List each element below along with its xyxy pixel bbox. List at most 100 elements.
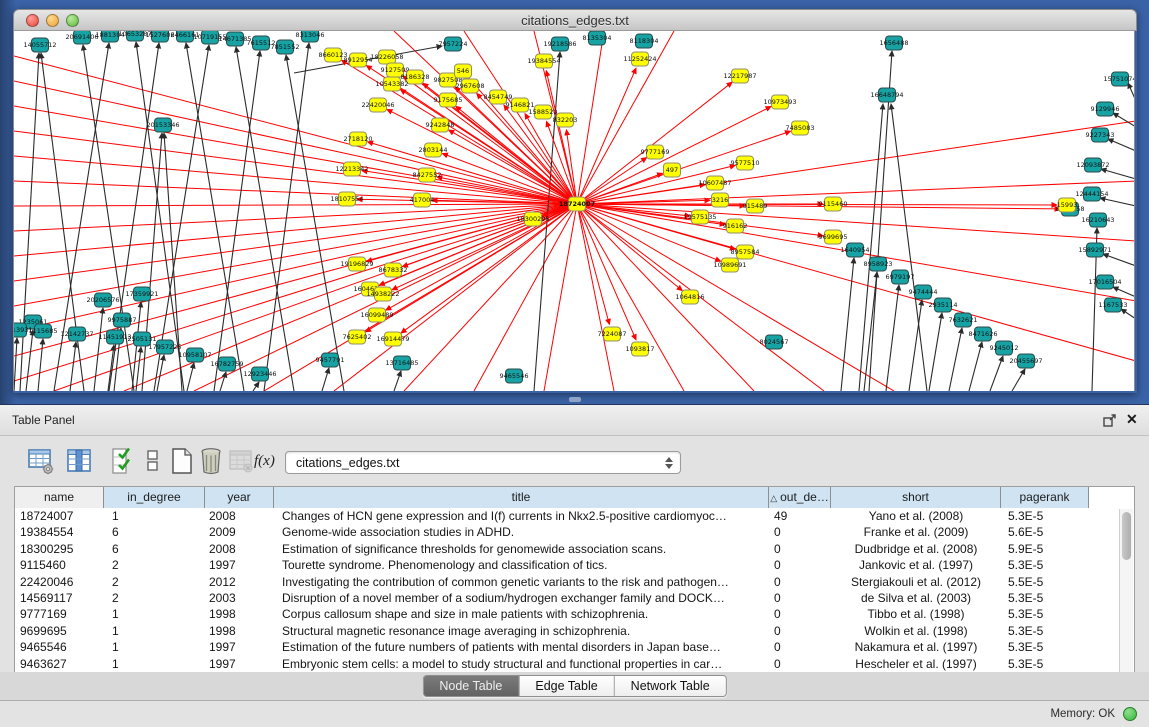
window-titlebar[interactable]: citations_edges.txt xyxy=(13,9,1137,31)
graph-node-label: 11252424 xyxy=(623,55,656,63)
table-scrollbar[interactable] xyxy=(1119,509,1133,673)
cell-short: Jankovic et al. (1997) xyxy=(831,557,1001,573)
graph-node-label: 7485083 xyxy=(786,124,815,132)
zoom-window-button[interactable] xyxy=(66,14,79,27)
table-tabs-bar: Node TableEdge TableNetwork Table xyxy=(0,672,1149,700)
graph-node-label: 18226058 xyxy=(370,53,403,61)
table-row[interactable]: 969969511998Structural magnetic resonanc… xyxy=(15,623,1134,639)
graph-node-label: 8118304 xyxy=(630,37,659,45)
graph-node-label: 1064816 xyxy=(676,293,705,301)
graph-node-label: 1115685 xyxy=(29,327,58,335)
graph-node-label: 15993 xyxy=(1057,201,1078,209)
cell-year: 1997 xyxy=(205,639,274,655)
cell-short: Hescheler et al. (1997) xyxy=(831,656,1001,672)
graph-node-label: 497 xyxy=(666,166,678,174)
table-row[interactable]: 946362711997Embryonic stem cells: a mode… xyxy=(15,656,1134,672)
delete-table-icon[interactable] xyxy=(227,446,255,476)
cell-pagerank: 5.3E-5 xyxy=(1001,557,1089,573)
delete-column-icon[interactable] xyxy=(197,446,225,476)
graph-node-label: 18107554 xyxy=(330,195,363,203)
new-column-icon[interactable] xyxy=(168,446,196,476)
cell-pagerank: 5.9E-5 xyxy=(1001,541,1089,557)
column-header-year[interactable]: year xyxy=(205,487,274,508)
graph-node-label: 16782759 xyxy=(210,360,243,368)
graph-node-label: 9245012 xyxy=(990,344,1019,352)
table-row[interactable]: 946554611997Estimation of the future num… xyxy=(15,639,1134,655)
cell-name: 18300295 xyxy=(15,541,104,557)
graph-node-label: 9175685 xyxy=(434,96,463,104)
graph-node-label: 12444154 xyxy=(1075,190,1108,198)
table-row[interactable]: 1938455462009Genome-wide association stu… xyxy=(15,524,1134,540)
tab-edge-table[interactable]: Edge Table xyxy=(519,676,614,696)
table-row[interactable]: 1830029562008Estimation of significance … xyxy=(15,541,1134,557)
column-header-out_de[interactable]: △out_de… xyxy=(769,487,831,508)
cell-pagerank: 5.3E-5 xyxy=(1001,508,1089,524)
minimize-window-button[interactable] xyxy=(46,14,59,27)
table-row[interactable]: 2242004622012Investigating the contribut… xyxy=(15,574,1134,590)
function-builder-icon[interactable]: f(x) xyxy=(254,446,282,476)
cell-in_degree: 1 xyxy=(104,508,205,524)
table-row[interactable]: 911546021997Tourette syndrome. Phenomeno… xyxy=(15,557,1134,573)
graph-node-label: 12217987 xyxy=(723,72,756,80)
tab-node-table[interactable]: Node Table xyxy=(423,676,519,696)
table-body: 1872400712008Changes of HCN gene express… xyxy=(15,508,1134,672)
show-columns-icon[interactable] xyxy=(65,446,93,476)
graph-node-label: 15751074 xyxy=(1103,75,1135,83)
graph-node-label: 1167533 xyxy=(1099,301,1128,309)
tab-network-table[interactable]: Network Table xyxy=(615,676,726,696)
table-row[interactable]: 977716911998Corpus callosum shape and si… xyxy=(15,606,1134,622)
cell-title: Structural magnetic resonance image aver… xyxy=(274,623,769,639)
cell-pagerank: 5.3E-5 xyxy=(1001,590,1089,606)
graph-node-label: 14055712 xyxy=(23,41,56,49)
cell-in_degree: 6 xyxy=(104,524,205,540)
cell-year: 2003 xyxy=(205,590,274,606)
status-bar: Memory: OK xyxy=(0,700,1149,727)
cell-title: Corpus callosum shape and size in male p… xyxy=(274,606,769,622)
graph-node-label: 22420046 xyxy=(361,101,394,109)
memory-status-icon[interactable] xyxy=(1123,707,1137,721)
column-header-pagerank[interactable]: pagerank xyxy=(1001,487,1089,508)
graph-node-label: 8958923 xyxy=(864,260,893,268)
column-header-title[interactable]: title xyxy=(274,487,769,508)
float-panel-icon[interactable] xyxy=(1103,414,1116,427)
cell-out_de: 0 xyxy=(769,524,831,540)
table-scrollbar-thumb[interactable] xyxy=(1122,512,1131,560)
memory-status-label: Memory: OK xyxy=(1050,708,1115,720)
cell-pagerank: 5.3E-5 xyxy=(1001,606,1089,622)
cell-out_de: 49 xyxy=(769,508,831,524)
graph-node-label: 1640954 xyxy=(841,246,870,254)
graph-node-label: 9115460 xyxy=(819,200,848,208)
column-header-short[interactable]: short xyxy=(831,487,1001,508)
network-canvas[interactable]: 1405571220691406188130410653287152760264… xyxy=(13,31,1135,391)
cell-in_degree: 1 xyxy=(104,606,205,622)
close-panel-icon[interactable]: ✕ xyxy=(1126,411,1138,428)
table-panel-title: Table Panel xyxy=(12,413,75,427)
table-row[interactable]: 1872400712008Changes of HCN gene express… xyxy=(15,508,1134,524)
table-row[interactable]: 1456911722003Disruption of a novel membe… xyxy=(15,590,1134,606)
cell-short: Franke et al. (2009) xyxy=(831,524,1001,540)
cell-name: 19384554 xyxy=(15,524,104,540)
graph-node-label: 20206576 xyxy=(86,296,119,304)
graph-node-label: 9242848 xyxy=(426,121,455,129)
graph-node-label: 8957584 xyxy=(731,248,760,256)
table-select-dropdown[interactable]: citations_edges.txt xyxy=(285,451,681,474)
table-panel: Table Panel ✕ xyxy=(0,404,1149,672)
graph-node-label: 13716485 xyxy=(385,359,418,367)
unselect-rows-icon[interactable] xyxy=(139,446,167,476)
table-panel-header: Table Panel ✕ xyxy=(0,405,1149,436)
graph-node-label: 9577510 xyxy=(731,159,760,167)
graph-node-label: 17016504 xyxy=(1088,278,1121,286)
graph-node-label: 9699695 xyxy=(819,233,848,241)
cell-out_de: 0 xyxy=(769,639,831,655)
graph-node-label: 8313046 xyxy=(296,31,325,39)
select-rows-icon[interactable] xyxy=(109,446,137,476)
column-header-in_degree[interactable]: in_degree xyxy=(104,487,205,508)
graph-node-label: 7851552 xyxy=(271,43,300,51)
graph-node-label: 8471626 xyxy=(969,330,998,338)
column-header-name[interactable]: name xyxy=(15,487,104,508)
panel-divider-handle[interactable] xyxy=(569,397,581,402)
table-mode-icon[interactable] xyxy=(27,446,55,476)
cell-in_degree: 1 xyxy=(104,656,205,672)
close-window-button[interactable] xyxy=(26,14,39,27)
cell-year: 2012 xyxy=(205,574,274,590)
